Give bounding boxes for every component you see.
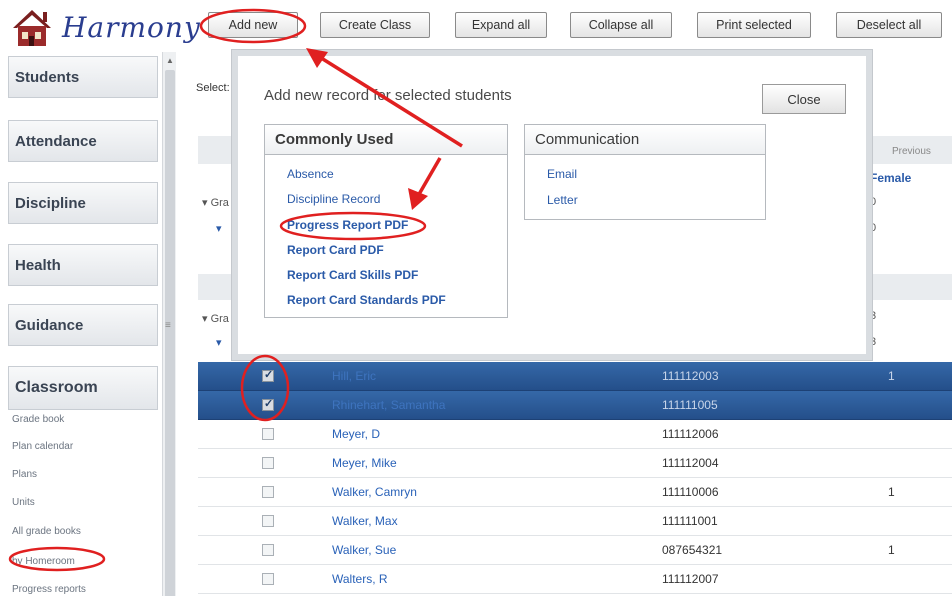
group-count: 0 bbox=[870, 196, 877, 208]
sidebar-section-guidance[interactable]: Guidance bbox=[8, 304, 158, 346]
report-card-pdf-link[interactable]: Report Card PDF bbox=[287, 243, 384, 257]
dialog-title: Add new record for selected students bbox=[264, 87, 512, 104]
commonly-used-panel: Commonly Used Absence Discipline Record … bbox=[264, 124, 508, 318]
sidebar-scrollbar[interactable]: ▲ ≡ bbox=[162, 52, 176, 596]
table-row[interactable]: Walters, R 111112007 bbox=[198, 565, 952, 594]
row-checkbox[interactable] bbox=[262, 515, 274, 527]
app-name: Harmony bbox=[62, 11, 201, 44]
progress-report-pdf-link[interactable]: Progress Report PDF bbox=[287, 218, 408, 232]
student-id: 111110006 bbox=[662, 485, 719, 499]
scroll-grip-icon: ≡ bbox=[165, 320, 171, 331]
student-name-link[interactable]: Meyer, D bbox=[332, 427, 380, 441]
sidebar: Students Attendance Discipline Health Gu… bbox=[0, 52, 162, 596]
scroll-up-arrow-icon[interactable]: ▲ bbox=[166, 56, 174, 65]
row-checkbox[interactable]: ✓ bbox=[262, 369, 274, 382]
student-id: 087654321 bbox=[662, 543, 723, 557]
group-expander[interactable]: ▾ Gra bbox=[202, 196, 229, 209]
row-checkbox[interactable] bbox=[262, 457, 274, 469]
email-link[interactable]: Email bbox=[547, 167, 577, 181]
row-checkbox[interactable] bbox=[262, 486, 274, 498]
group-expander[interactable]: ▾ Gra bbox=[202, 312, 229, 325]
report-card-skills-pdf-link[interactable]: Report Card Skills PDF bbox=[287, 268, 418, 282]
sidebar-section-attendance[interactable]: Attendance bbox=[8, 120, 158, 162]
sidebar-link-all-grade-books[interactable]: All grade books bbox=[12, 526, 81, 537]
table-row[interactable]: Meyer, Mike 111112004 bbox=[198, 449, 952, 478]
student-name-link[interactable]: Rhinehart, Samantha bbox=[332, 398, 445, 412]
report-card-standards-pdf-link[interactable]: Report Card Standards PDF bbox=[287, 293, 446, 307]
student-name-link[interactable]: Walker, Max bbox=[332, 514, 398, 528]
scrollbar-thumb[interactable] bbox=[165, 70, 175, 596]
female-column-header: Female bbox=[870, 171, 912, 185]
collapse-all-button[interactable]: Collapse all bbox=[570, 12, 672, 38]
checkmark-icon: ✓ bbox=[264, 398, 274, 410]
student-id: 111111005 bbox=[662, 398, 718, 412]
top-bar: Harmony Add new Create Class Expand all … bbox=[0, 0, 952, 52]
table-row[interactable]: ✓ Rhinehart, Samantha 111111005 bbox=[198, 391, 952, 420]
table-row[interactable]: ✓ Hill, Eric 111112003 1 bbox=[198, 362, 952, 391]
discipline-record-link[interactable]: Discipline Record bbox=[287, 192, 380, 206]
sidebar-link-by-homeroom[interactable]: by Homeroom bbox=[12, 556, 75, 567]
sidebar-section-classroom[interactable]: Classroom bbox=[8, 366, 158, 410]
absence-link[interactable]: Absence bbox=[287, 167, 334, 181]
sidebar-section-discipline[interactable]: Discipline bbox=[8, 182, 158, 224]
communication-title: Communication bbox=[525, 125, 765, 155]
female-count-cell: 1 bbox=[888, 485, 895, 499]
student-id: 111112003 bbox=[662, 369, 719, 383]
sidebar-link-grade-book[interactable]: Grade book bbox=[12, 414, 64, 425]
group-label: Gra bbox=[210, 197, 229, 209]
row-checkbox[interactable] bbox=[262, 573, 274, 585]
close-button[interactable]: Close bbox=[762, 84, 846, 114]
group-count: 3 bbox=[870, 310, 877, 322]
group-label: Gra bbox=[210, 313, 229, 325]
table-row[interactable]: Walker, Max 111111001 bbox=[198, 507, 952, 536]
table-row[interactable]: Walker, Sue 087654321 1 bbox=[198, 536, 952, 565]
sidebar-link-plans[interactable]: Plans bbox=[12, 469, 37, 480]
communication-panel: Communication Email Letter bbox=[524, 124, 766, 220]
subgroup-count: 3 bbox=[870, 336, 877, 348]
row-checkbox[interactable] bbox=[262, 544, 274, 556]
commonly-used-title: Commonly Used bbox=[265, 125, 507, 155]
student-id: 111112006 bbox=[662, 427, 719, 441]
add-new-button[interactable]: Add new bbox=[208, 12, 298, 38]
select-label: Select: bbox=[196, 82, 230, 94]
previous-link[interactable]: Previous bbox=[892, 146, 931, 157]
subgroup-count: 0 bbox=[870, 222, 877, 234]
letter-link[interactable]: Letter bbox=[547, 193, 578, 207]
female-count-cell: 1 bbox=[888, 543, 895, 557]
print-selected-button[interactable]: Print selected bbox=[697, 12, 811, 38]
sidebar-link-units[interactable]: Units bbox=[12, 497, 35, 508]
add-new-record-dialog: Add new record for selected students Clo… bbox=[238, 56, 866, 354]
house-icon bbox=[13, 10, 51, 46]
expand-all-button[interactable]: Expand all bbox=[455, 12, 547, 38]
row-checkbox[interactable] bbox=[262, 428, 274, 440]
table-row[interactable]: Walker, Camryn 111110006 1 bbox=[198, 478, 952, 507]
sidebar-link-progress-reports[interactable]: Progress reports bbox=[12, 584, 86, 595]
checkmark-icon: ✓ bbox=[264, 369, 274, 381]
student-name-link[interactable]: Meyer, Mike bbox=[332, 456, 397, 470]
student-name-link[interactable]: Walker, Camryn bbox=[332, 485, 417, 499]
sidebar-section-students[interactable]: Students bbox=[8, 56, 158, 98]
student-name-link[interactable]: Hill, Eric bbox=[332, 369, 376, 383]
table-row[interactable]: Meyer, D 111112006 bbox=[198, 420, 952, 449]
harmony-logo: Harmony bbox=[10, 6, 200, 48]
sidebar-section-health[interactable]: Health bbox=[8, 244, 158, 286]
student-id: 111112004 bbox=[662, 456, 719, 470]
student-name-link[interactable]: Walker, Sue bbox=[332, 543, 396, 557]
subgroup-expander-icon[interactable]: ▾ bbox=[216, 222, 222, 235]
student-id: 111111001 bbox=[662, 514, 718, 528]
row-checkbox[interactable]: ✓ bbox=[262, 398, 274, 411]
female-count-cell: 1 bbox=[888, 369, 895, 383]
deselect-all-button[interactable]: Deselect all bbox=[836, 12, 942, 38]
sidebar-link-plan-calendar[interactable]: Plan calendar bbox=[12, 441, 73, 452]
create-class-button[interactable]: Create Class bbox=[320, 12, 430, 38]
student-name-link[interactable]: Walters, R bbox=[332, 572, 388, 586]
student-id: 111112007 bbox=[662, 572, 719, 586]
subgroup-expander-icon[interactable]: ▾ bbox=[216, 336, 222, 349]
